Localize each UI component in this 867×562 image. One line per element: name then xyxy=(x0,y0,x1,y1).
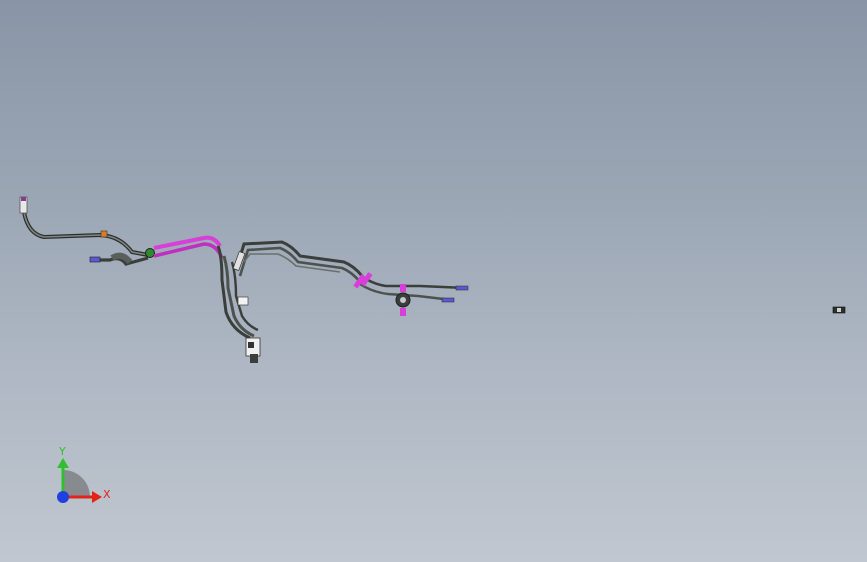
assembly-model[interactable]: Y X xyxy=(0,0,867,562)
coordinate-triad: Y X xyxy=(57,445,111,503)
y-axis-label: Y xyxy=(58,445,66,458)
far-right-tube-a[interactable] xyxy=(361,274,467,290)
y-axis-arrow xyxy=(57,458,69,468)
white-tag[interactable] xyxy=(237,296,249,306)
x-axis-arrow xyxy=(92,491,102,503)
tube-assembly[interactable] xyxy=(19,196,469,363)
left-blue-fitting[interactable] xyxy=(89,256,101,263)
z-axis-dot xyxy=(57,491,69,503)
right-tube-upper[interactable] xyxy=(234,240,364,277)
orange-clip[interactable] xyxy=(100,230,108,238)
valve-assembly[interactable] xyxy=(395,284,411,316)
right-blue-fitting-upper[interactable] xyxy=(455,285,469,291)
graphics-viewport[interactable]: Y X xyxy=(0,0,867,562)
green-junction[interactable] xyxy=(145,248,155,258)
right-blue-fitting-lower[interactable] xyxy=(441,297,455,303)
left-end-cap xyxy=(21,197,26,201)
right-tube-lower[interactable] xyxy=(238,246,362,283)
x-axis-label: X xyxy=(103,488,111,501)
bottom-bracket[interactable] xyxy=(245,337,261,363)
detached-part[interactable] xyxy=(832,306,846,314)
